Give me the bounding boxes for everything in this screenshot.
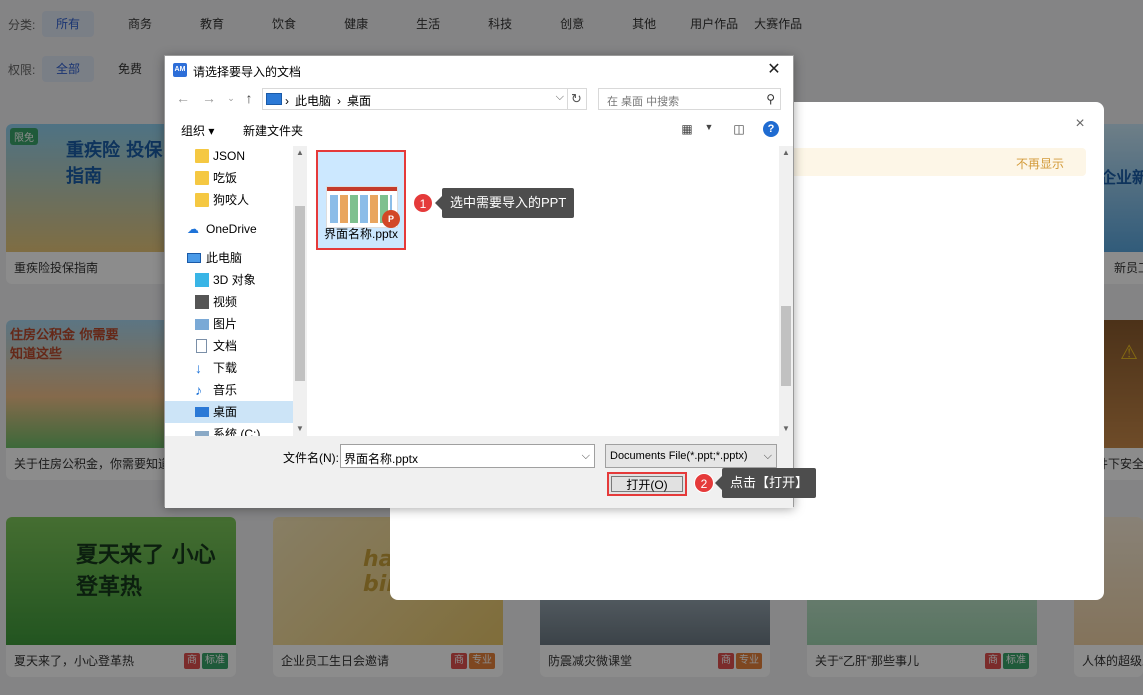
music-icon: ♪ [195, 383, 209, 397]
file-item-pptx[interactable]: P 界面名称.pptx [316, 150, 406, 250]
breadcrumb-desktop[interactable]: 桌面 [347, 94, 371, 108]
back-arrow-icon[interactable]: ← [175, 90, 191, 106]
nav-item-label: 3D 对象 [213, 269, 256, 291]
search-box[interactable]: 在 桌面 中搜索 ⚲ [598, 88, 781, 110]
dialog-toolbar: 组织 ▾ 新建文件夹 ▦ ▼ ◫ ? [165, 118, 793, 142]
nav-item-label: 系统 (C:) [213, 423, 260, 436]
dialog-title: 请选择要导入的文档 [193, 63, 301, 80]
chevron-down-icon[interactable]: ▼ [701, 122, 717, 136]
picture-icon [195, 319, 209, 330]
chevron-down-icon[interactable]: ⌵ [556, 91, 564, 104]
nav-item-system-c[interactable]: 系统 (C:) [165, 423, 293, 436]
file-open-dialog: AM 请选择要导入的文档 ✕ ← → ⌄ ↑ › 此电脑 › 桌面 ⌵ ↻ 在 桌面 … [164, 55, 794, 507]
close-icon[interactable]: ✕ [763, 59, 785, 81]
nav-item-documents[interactable]: 文档 [165, 335, 293, 357]
nav-item-label: 此电脑 [206, 247, 242, 269]
breadcrumb-separator: › [285, 94, 289, 108]
chevron-down-icon[interactable]: ⌵ [582, 450, 590, 463]
nav-item-3d-objects[interactable]: 3D 对象 [165, 269, 293, 291]
view-options-icon[interactable]: ▦ [679, 122, 695, 136]
notice-bar: 不再显示 [788, 148, 1086, 176]
nav-item-label: JSON [213, 146, 245, 167]
nav-item-label: 桌面 [213, 401, 237, 423]
folder-icon [195, 171, 209, 185]
scrollbar-thumb[interactable] [295, 206, 305, 381]
step-2-marker: 2 [694, 473, 714, 493]
forward-arrow-icon[interactable]: → [201, 90, 217, 106]
nav-item-json[interactable]: JSON [165, 146, 293, 167]
nav-item-label: 文档 [213, 335, 237, 357]
navigation-bar: ← → ⌄ ↑ › 此电脑 › 桌面 ⌵ ↻ 在 桌面 中搜索 ⚲ [165, 86, 793, 112]
search-placeholder: 在 桌面 中搜索 [607, 93, 679, 109]
computer-icon [266, 93, 282, 105]
cloud-icon: ☁ [187, 222, 201, 236]
video-icon [195, 295, 209, 309]
nav-item-gouyaoren[interactable]: 狗咬人 [165, 189, 293, 211]
nav-scrollbar[interactable]: ▲ ▼ [293, 146, 307, 436]
breadcrumb-separator: › [337, 94, 341, 108]
nav-item-this-pc[interactable]: 此电脑 [165, 247, 293, 269]
nav-item-label: 下载 [213, 357, 237, 379]
step-2-callout: 点击【打开】 [722, 468, 816, 498]
preview-pane-icon[interactable]: ◫ [731, 122, 747, 136]
file-list-scrollbar[interactable]: ▲ ▼ [779, 146, 793, 436]
refresh-icon[interactable]: ↻ [567, 88, 585, 110]
filetype-value: Documents File(*.ppt;*.pptx) [610, 450, 748, 462]
app-logo-icon: AM [173, 63, 187, 77]
dialog-titlebar: AM 请选择要导入的文档 ✕ [165, 56, 793, 84]
download-icon: ↓ [195, 361, 209, 375]
nav-item-label: 音乐 [213, 379, 237, 401]
scrollbar-thumb[interactable] [781, 306, 791, 386]
new-folder-button[interactable]: 新建文件夹 [243, 122, 303, 139]
recent-dropdown-icon[interactable]: ⌄ [223, 90, 239, 106]
cube-icon [195, 273, 209, 287]
nav-item-label: 图片 [213, 313, 237, 335]
nav-item-label: OneDrive [206, 218, 257, 240]
nav-item-desktop[interactable]: 桌面 [165, 401, 293, 423]
nav-item-label: 吃饭 [213, 167, 237, 189]
step-1-marker: 1 [413, 193, 433, 213]
nav-item-videos[interactable]: 视频 [165, 291, 293, 313]
scroll-up-icon[interactable]: ▲ [293, 146, 307, 160]
close-icon[interactable]: × [1072, 116, 1088, 132]
nav-item-onedrive[interactable]: ☁ OneDrive [165, 218, 293, 240]
up-arrow-icon[interactable]: ↑ [241, 90, 257, 106]
navigation-pane: JSON 吃饭 狗咬人 ☁ OneDrive 此电脑 3D 对象 视频 图片 文档… [165, 146, 307, 436]
document-icon [196, 339, 207, 353]
nav-item-label: 视频 [213, 291, 237, 313]
dialog-footer: 文件名(N): 界面名称.pptx ⌵ Documents File(*.ppt… [165, 436, 793, 508]
scroll-down-icon[interactable]: ▼ [779, 422, 793, 436]
scroll-down-icon[interactable]: ▼ [293, 422, 307, 436]
folder-icon [195, 149, 209, 163]
search-icon: ⚲ [766, 92, 775, 106]
open-button[interactable]: 打开(O) [607, 472, 687, 496]
file-name: 界面名称.pptx [318, 225, 404, 242]
scroll-up-icon[interactable]: ▲ [779, 146, 793, 160]
nav-item-downloads[interactable]: ↓ 下载 [165, 357, 293, 379]
filename-value: 界面名称.pptx [344, 450, 418, 467]
filename-input[interactable]: 界面名称.pptx ⌵ [340, 444, 595, 468]
open-button-label: 打开(O) [611, 476, 683, 492]
breadcrumb-this-pc[interactable]: 此电脑 [295, 94, 331, 108]
breadcrumb: › 此电脑 › 桌面 [285, 92, 377, 109]
nav-item-pictures[interactable]: 图片 [165, 313, 293, 335]
dont-show-again-link[interactable]: 不再显示 [1016, 155, 1064, 172]
desktop-icon [195, 407, 209, 417]
nav-item-chifan[interactable]: 吃饭 [165, 167, 293, 189]
nav-item-music[interactable]: ♪ 音乐 [165, 379, 293, 401]
help-icon[interactable]: ? [763, 121, 779, 137]
filetype-select[interactable]: Documents File(*.ppt;*.pptx) ⌵ [605, 444, 777, 468]
folder-icon [195, 193, 209, 207]
organize-menu[interactable]: 组织 ▾ [181, 122, 214, 139]
filename-label: 文件名(N): [283, 449, 339, 466]
computer-icon [187, 253, 201, 263]
chevron-down-icon: ⌵ [764, 450, 772, 463]
address-bar[interactable]: › 此电脑 › 桌面 ⌵ [262, 88, 587, 110]
step-1-callout: 选中需要导入的PPT [442, 188, 574, 218]
nav-item-label: 狗咬人 [213, 189, 249, 211]
